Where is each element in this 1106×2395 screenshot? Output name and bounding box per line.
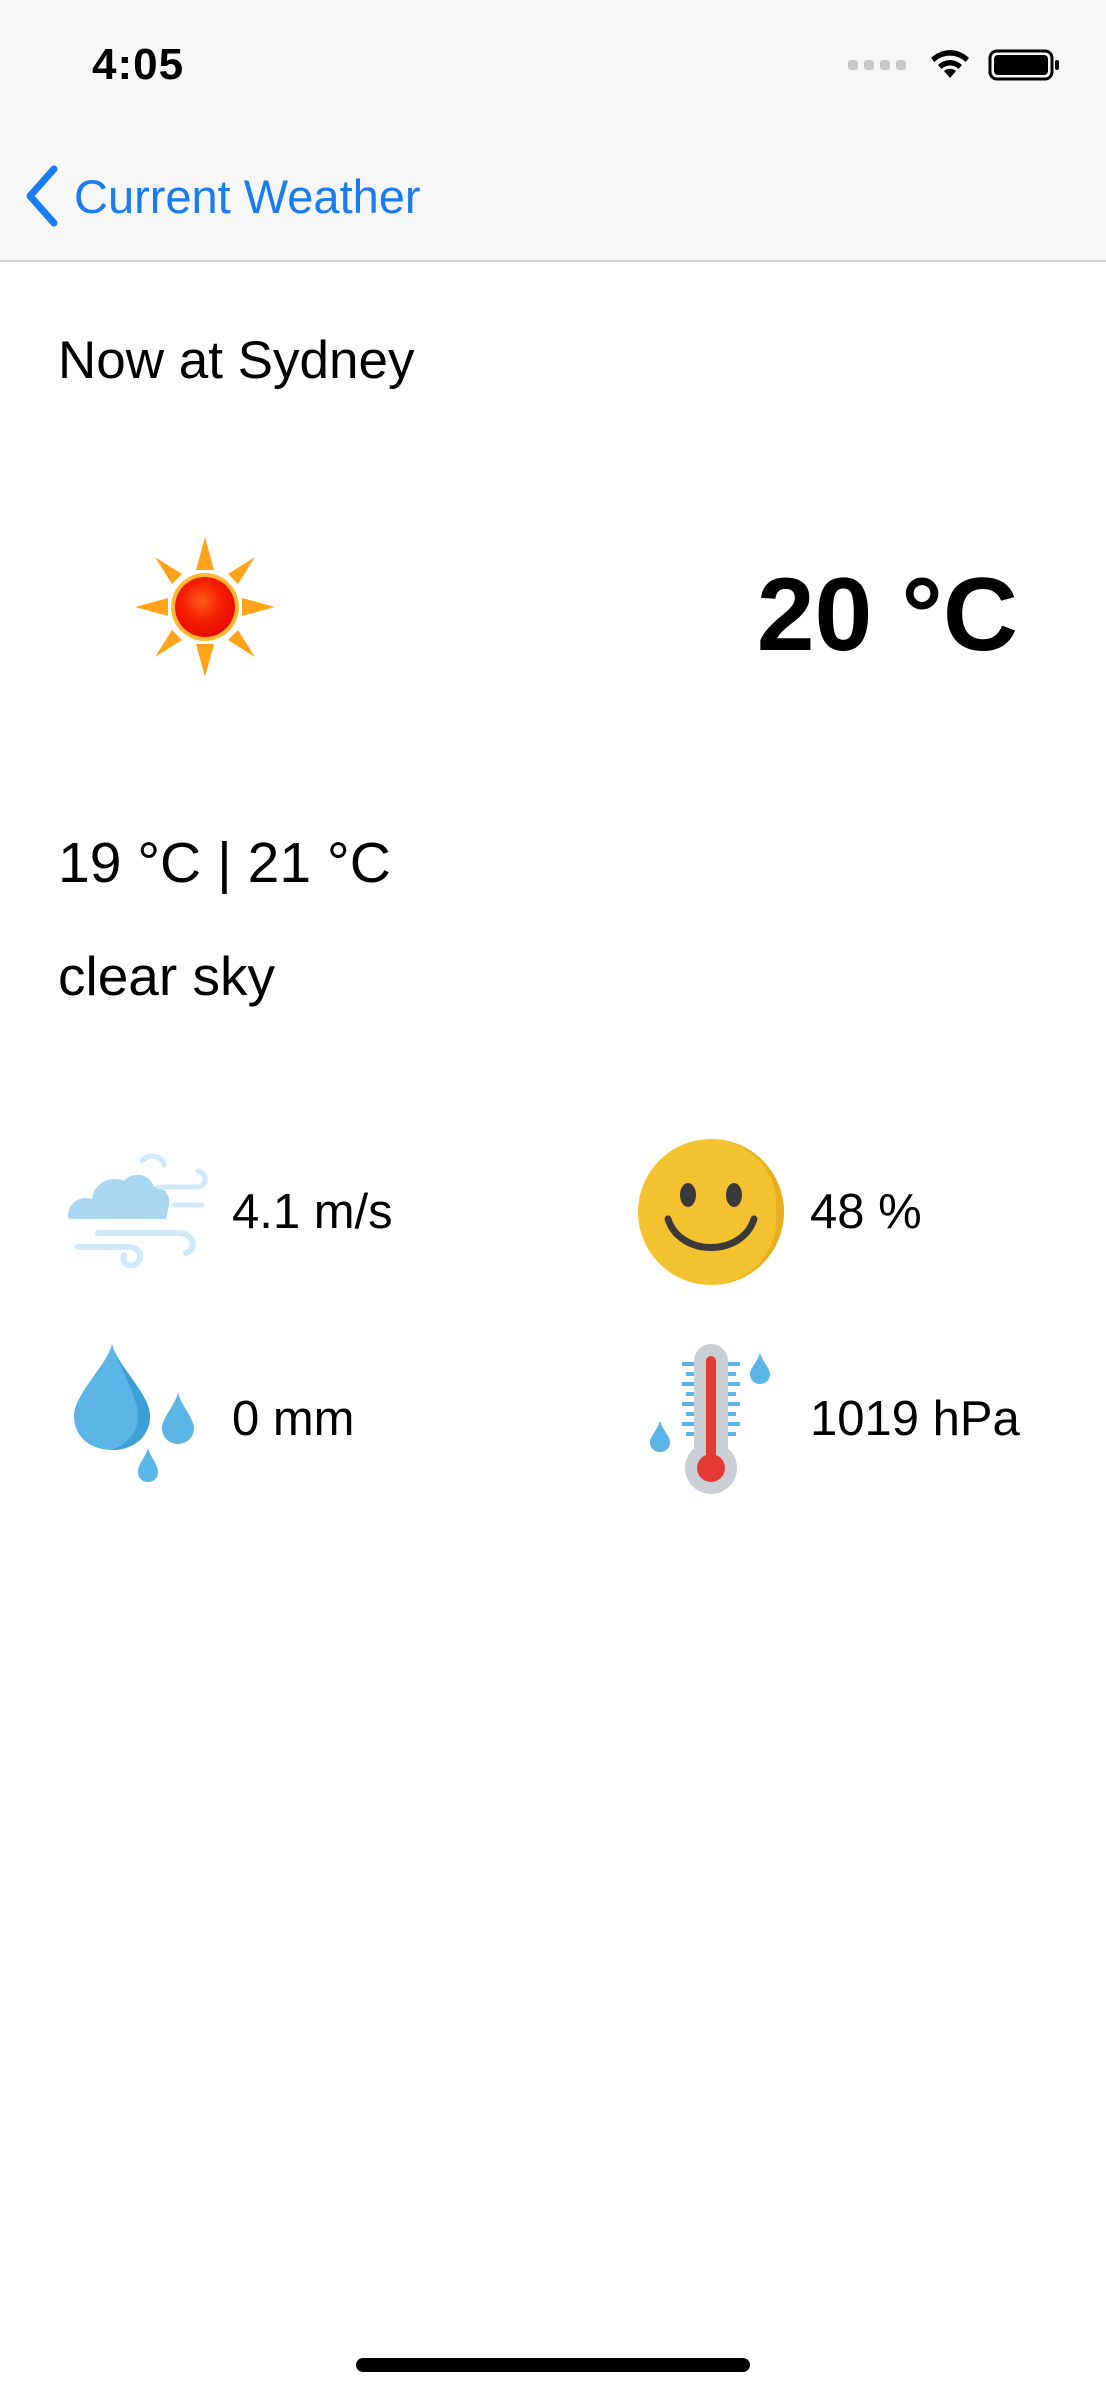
weather-description: clear sky — [58, 945, 275, 1007]
current-temperature: 20 °C — [756, 557, 1018, 673]
rain-drops-icon — [58, 1344, 208, 1494]
humidity-metric: 48 % — [636, 1137, 922, 1287]
precipitation-value: 0 mm — [232, 1392, 355, 1446]
pressure-metric: 1019 hPa — [636, 1344, 1020, 1494]
home-indicator[interactable] — [356, 2358, 750, 2372]
status-time: 4:05 — [92, 40, 185, 89]
min-max-temperature: 19 °C | 21 °C — [58, 831, 391, 895]
location-title: Now at Sydney — [58, 331, 415, 390]
thermometer-icon — [636, 1344, 786, 1494]
pressure-value: 1019 hPa — [810, 1392, 1020, 1446]
wind-metric: 4.1 m/s — [58, 1137, 393, 1287]
wind-cloud-icon — [58, 1137, 208, 1287]
sun-icon — [130, 532, 280, 682]
wind-speed-value: 4.1 m/s — [232, 1185, 393, 1239]
wifi-icon — [931, 50, 969, 78]
precipitation-metric: 0 mm — [58, 1344, 355, 1494]
battery-icon — [988, 49, 1059, 81]
cellular-signal-icon — [848, 60, 906, 70]
status-bar: 4:05 — [0, 0, 1106, 132]
navigation-bar: Current Weather — [0, 132, 1106, 262]
back-button-label: Current Weather — [74, 169, 421, 223]
humidity-value: 48 % — [810, 1185, 922, 1239]
back-button[interactable]: Current Weather — [24, 164, 421, 228]
smiley-face-icon — [636, 1137, 786, 1287]
status-icons — [848, 48, 1062, 82]
chevron-left-icon — [26, 165, 58, 227]
